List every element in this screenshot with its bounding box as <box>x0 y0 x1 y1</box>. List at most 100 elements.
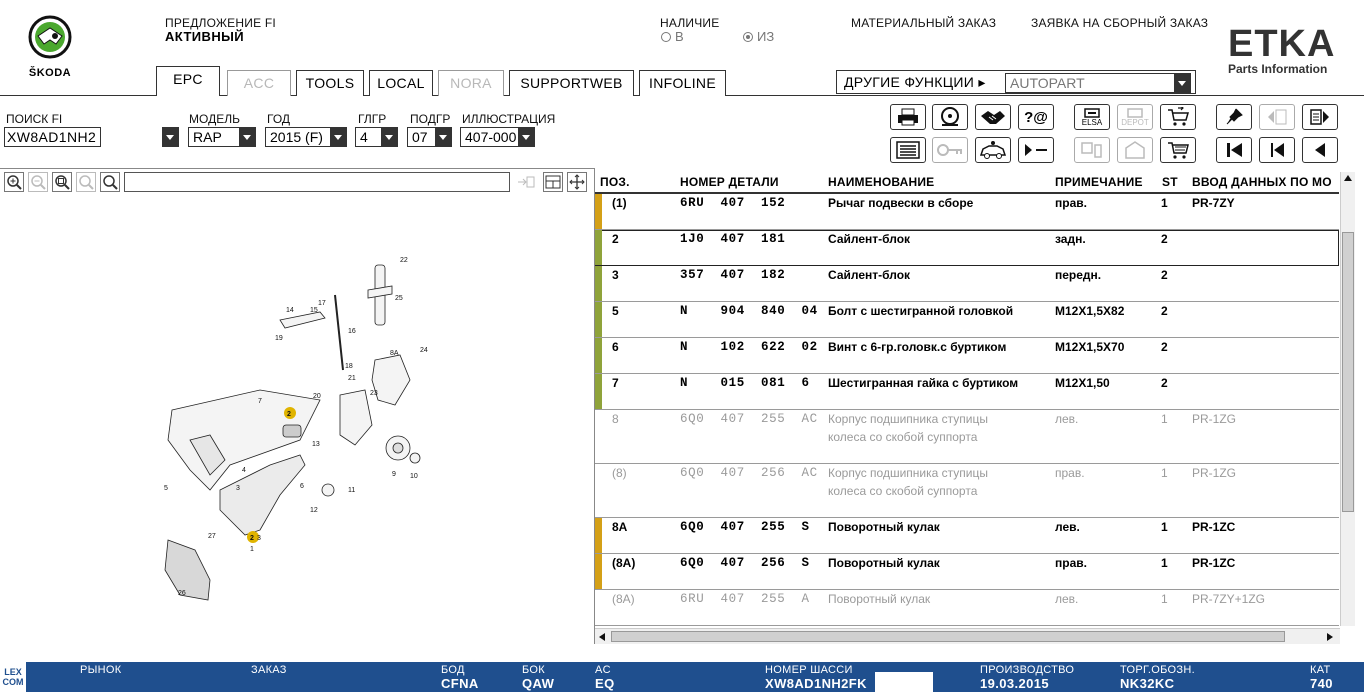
model-label: МОДЕЛЬ <box>189 112 240 126</box>
zoom-text-button[interactable] <box>76 172 96 192</box>
store-button[interactable] <box>1117 137 1153 163</box>
cell-st: 1 <box>1161 412 1168 426</box>
cell-st: 1 <box>1161 466 1168 480</box>
bod-label: БОД <box>441 664 465 676</box>
first-button[interactable] <box>1216 137 1252 163</box>
horizontal-scroll-thumb[interactable] <box>611 631 1285 642</box>
cell-input: PR-7ZY+1ZG <box>1192 592 1266 606</box>
row-status-marker <box>595 194 602 229</box>
table-row[interactable]: 6 N 102 622 02 Винт с 6-гр.головк.с буртик… <box>595 338 1339 374</box>
table-row[interactable]: (8A) 6RU 407 255 A Поворотный кулак лев. 1 PR… <box>595 590 1339 626</box>
sub-group-select[interactable]: 07 <box>407 127 452 147</box>
handshake-button[interactable] <box>975 104 1011 130</box>
split-view-button[interactable] <box>543 172 563 192</box>
fi-search-input[interactable]: XW8AD1NH2 <box>4 127 101 147</box>
scroll-up-icon[interactable] <box>1344 175 1352 181</box>
col-input-header[interactable]: ВВОД ДАННЫХ ПО МО <box>1192 172 1338 192</box>
vertical-scrollbar[interactable] <box>1340 172 1355 626</box>
main-group-select[interactable]: 4 <box>355 127 398 147</box>
table-row[interactable]: 5 N 904 840 04 Болт с шестигранной головко… <box>595 302 1339 338</box>
expand-button[interactable] <box>567 172 587 192</box>
tab-nora[interactable]: NORA <box>438 70 504 96</box>
tab-tools[interactable]: TOOLS <box>296 70 364 96</box>
table-row[interactable]: (8A) 6Q0 407 256 S Поворотный кулак прав. 1 P… <box>595 554 1339 590</box>
cart-button[interactable] <box>1160 137 1196 163</box>
col-pos-header[interactable]: ПОЗ. <box>600 172 630 192</box>
cell-pos: (1) <box>612 196 627 210</box>
cell-name: Корпус подшипника ступицы <box>828 412 988 426</box>
prev-page-button[interactable] <box>1259 104 1295 130</box>
forward-disabled-button[interactable] <box>516 172 536 192</box>
tab-acc[interactable]: ACC <box>227 70 291 96</box>
trade-label: ТОРГ.ОБОЗН. <box>1120 664 1195 676</box>
col-st-header[interactable]: ST <box>1162 172 1178 192</box>
depot-button[interactable]: DEPOT <box>1117 104 1153 130</box>
list-button[interactable] <box>890 137 926 163</box>
table-row[interactable]: (1) 6RU 407 152 Рычаг подвески в сборе прав… <box>595 194 1339 230</box>
model-select[interactable]: RAP <box>188 127 256 147</box>
cell-pos: (8A) <box>612 556 636 570</box>
col-name-header[interactable]: НАИМЕНОВАНИЕ <box>828 172 934 192</box>
cell-note: прав. <box>1055 466 1085 480</box>
cell-st: 2 <box>1161 340 1168 354</box>
assembly-order-link[interactable]: ЗАЯВКА НА СБОРНЫЙ ЗАКАЗ <box>1031 16 1208 30</box>
cart-arrow-button[interactable] <box>1160 104 1196 130</box>
back-button[interactable] <box>1302 137 1338 163</box>
play-minus-button[interactable] <box>1018 137 1054 163</box>
cell-name: Винт с 6-гр.головк.с буртиком <box>828 340 1007 354</box>
other-functions-button[interactable]: ДРУГИЕ ФУНКЦИИ ▸ <box>844 74 986 91</box>
tab-supportweb[interactable]: SUPPORTWEB <box>509 70 634 96</box>
zoom-area-icon <box>55 175 70 190</box>
radio-in[interactable]: В <box>661 29 684 44</box>
back-step-button[interactable] <box>1259 137 1295 163</box>
help-email-button[interactable]: ?@ <box>1018 104 1054 130</box>
elsa-button[interactable]: ELSA <box>1074 104 1110 130</box>
scroll-right-icon[interactable] <box>1327 633 1333 641</box>
expand-arrows-icon <box>569 174 585 190</box>
key-button[interactable] <box>932 137 968 163</box>
search-button[interactable] <box>100 172 120 192</box>
zoom-area-button[interactable] <box>52 172 72 192</box>
fi-search-dropdown[interactable] <box>162 127 179 147</box>
illustration-select[interactable]: 407-000 <box>460 127 535 147</box>
table-row[interactable]: (8) 6Q0 407 256 AC Корпус подшипника ступи… <box>595 464 1339 518</box>
svg-text:24: 24 <box>420 347 428 354</box>
svg-text:2: 2 <box>250 535 254 542</box>
table-row[interactable]: 8 6Q0 407 255 AC Корпус подшипника ступицы… <box>595 410 1339 464</box>
car-info-button[interactable] <box>975 137 1011 163</box>
pc-transfer-button[interactable] <box>1074 137 1110 163</box>
tab-local[interactable]: LOCAL <box>369 70 433 96</box>
svg-text:16: 16 <box>348 328 356 335</box>
triangle-left-icon <box>1315 143 1325 157</box>
tab-epc[interactable]: EPC <box>156 66 220 96</box>
material-order-link[interactable]: МАТЕРИАЛЬНЫЙ ЗАКАЗ <box>851 16 996 30</box>
table-row[interactable]: 8A 6Q0 407 255 S Поворотный кулак лев. 1 PR-1… <box>595 518 1339 554</box>
cell-part: 6Q0 407 256 AC <box>680 466 818 480</box>
col-part-header[interactable]: НОМЕР ДЕТАЛИ <box>680 172 779 192</box>
chevron-down-icon <box>381 128 397 146</box>
svg-text:21: 21 <box>348 375 356 382</box>
tab-infoline[interactable]: INFOLINE <box>639 70 726 96</box>
image-search-input[interactable] <box>124 172 510 192</box>
cell-pos: 3 <box>612 268 619 282</box>
zoom-out-button[interactable] <box>28 172 48 192</box>
table-row[interactable]: 3 357 407 182 Сайлент-блок передн. 2 <box>595 266 1339 302</box>
cell-part: 6RU 407 152 <box>680 196 786 210</box>
vertical-scroll-thumb[interactable] <box>1342 232 1354 512</box>
cell-input: PR-1ZC <box>1192 556 1236 570</box>
col-note-header[interactable]: ПРИМЕЧАНИЕ <box>1055 172 1143 192</box>
cd-button[interactable] <box>932 104 968 130</box>
zoom-in-button[interactable] <box>4 172 24 192</box>
next-page-button[interactable] <box>1302 104 1338 130</box>
table-row[interactable]: 7 N 015 081 6 Шестигранная гайка с буртико… <box>595 374 1339 410</box>
suspension-diagram[interactable]: 22 25 14 17 15 16 19 8A 24 21 20 7 23 2 18 13 9 10 … <box>150 250 440 605</box>
autopart-select[interactable]: AUTOPART <box>1005 73 1191 93</box>
year-select[interactable]: 2015 (F) <box>265 127 347 147</box>
table-row[interactable]: 2 1J0 407 181 Сайлент-блок задн. 2 <box>595 230 1339 266</box>
svg-text:9: 9 <box>392 471 396 478</box>
pin-button[interactable] <box>1216 104 1252 130</box>
print-button[interactable] <box>890 104 926 130</box>
radio-from[interactable]: ИЗ <box>743 29 774 44</box>
horizontal-scrollbar[interactable] <box>595 628 1340 644</box>
scroll-left-icon[interactable] <box>599 633 605 641</box>
